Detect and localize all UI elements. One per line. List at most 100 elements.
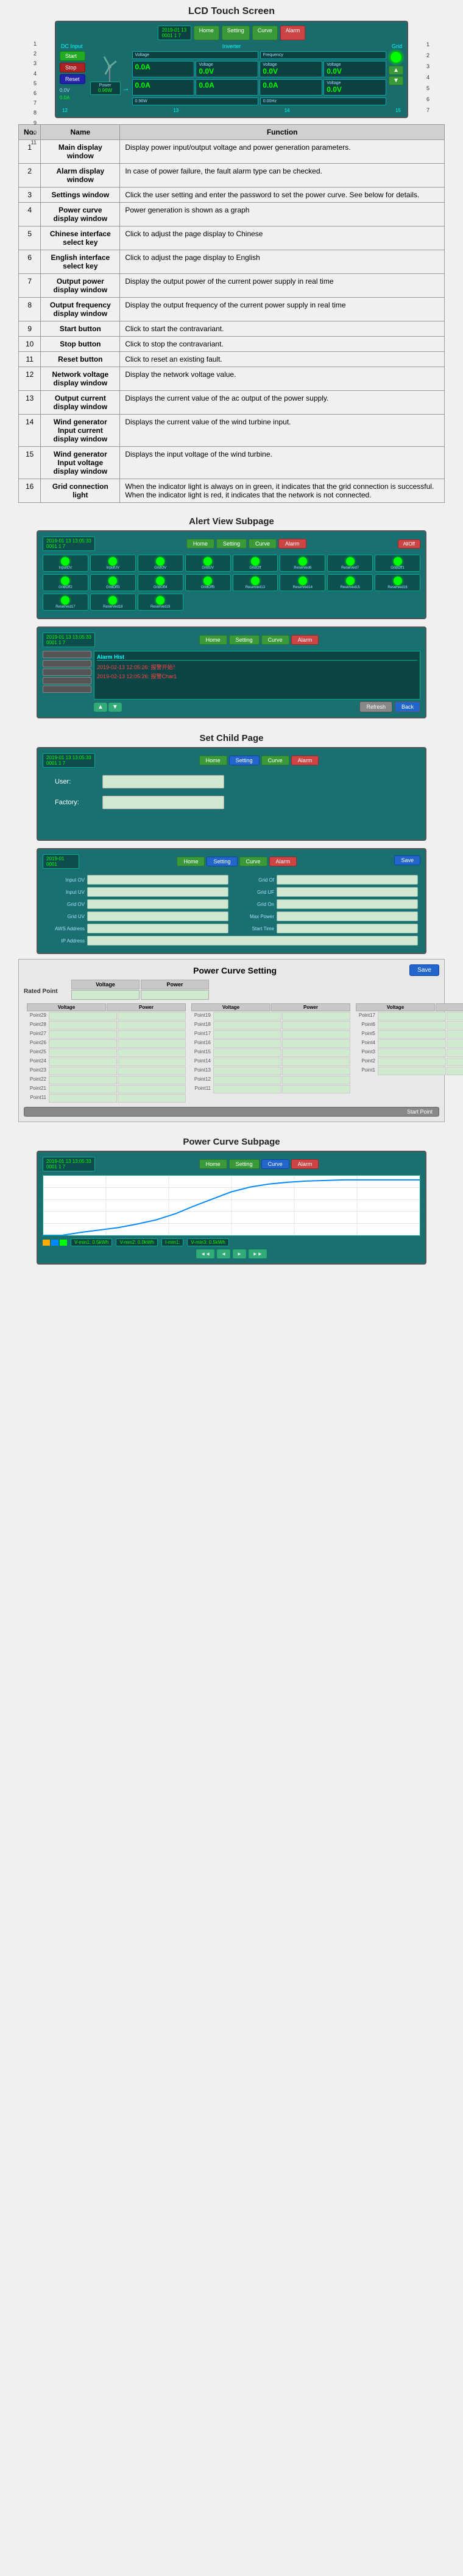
pcs-voltage-input[interactable]	[378, 1067, 446, 1075]
grid-uv-input[interactable]	[87, 911, 228, 921]
pcs-voltage-input[interactable]	[213, 1048, 281, 1057]
alert-item[interactable]: InputOV	[43, 555, 88, 572]
ad-btn-home[interactable]: Home	[199, 635, 227, 645]
alert-item[interactable]: Reserved17	[43, 594, 88, 611]
alert-item[interactable]: GridOV	[138, 555, 183, 572]
pcs-voltage-input[interactable]	[213, 1039, 281, 1048]
stop-button[interactable]: Stop	[60, 63, 85, 72]
curve-nav-f[interactable]: ►	[233, 1249, 246, 1258]
sd-btn-alarm[interactable]: Alarm	[269, 857, 297, 866]
pcs-voltage-input[interactable]	[213, 1067, 281, 1075]
sd-btn-curve[interactable]: Curve	[239, 857, 267, 866]
start-point-btn[interactable]: Start Point	[24, 1107, 439, 1117]
alert-item[interactable]: Reserved7	[327, 555, 373, 572]
pcs-power-input[interactable]	[282, 1085, 350, 1093]
ad-btn-setting[interactable]: Setting	[229, 635, 260, 645]
sc-btn-alarm[interactable]: Alarm	[291, 756, 319, 765]
alert-item[interactable]: Reserved19	[138, 594, 183, 611]
refresh-btn[interactable]: Refresh	[359, 701, 392, 712]
pcs-voltage-input[interactable]	[213, 1085, 281, 1093]
pcs-voltage-input[interactable]	[213, 1076, 281, 1084]
pcs-power-input[interactable]	[118, 1012, 186, 1020]
pcs-power-input[interactable]	[118, 1039, 186, 1048]
pcs-voltage-input[interactable]	[49, 1021, 117, 1030]
pcs-power-input[interactable]	[118, 1067, 186, 1075]
rated-voltage-input[interactable]	[71, 990, 140, 1000]
pcs-power-input[interactable]	[447, 1012, 463, 1020]
sc-btn-setting[interactable]: Setting	[229, 756, 260, 765]
pcs-power-input[interactable]	[447, 1039, 463, 1048]
pcs-voltage-input[interactable]	[49, 1085, 117, 1093]
pcs-voltage-input[interactable]	[378, 1021, 446, 1030]
pcs-power-input[interactable]	[282, 1039, 350, 1048]
pcs-power-input[interactable]	[118, 1094, 186, 1103]
pcs-voltage-input[interactable]	[49, 1048, 117, 1057]
curve-btn-setting[interactable]: Setting	[229, 1159, 260, 1169]
factory-input[interactable]	[102, 796, 224, 809]
pcs-voltage-input[interactable]	[378, 1039, 446, 1048]
alert-item[interactable]: Reserved14	[280, 574, 325, 591]
pcs-voltage-input[interactable]	[213, 1030, 281, 1039]
pcs-save-btn[interactable]: Save	[409, 964, 439, 976]
pcs-power-input[interactable]	[447, 1021, 463, 1030]
up-arrow-btn[interactable]: ▲	[94, 703, 107, 712]
pcs-power-input[interactable]	[118, 1058, 186, 1066]
curve-btn-curve[interactable]: Curve	[261, 1159, 289, 1169]
lcd-btn-home[interactable]: Home	[194, 26, 219, 40]
grid-ov-input[interactable]	[87, 899, 228, 909]
reset-button[interactable]: Reset	[60, 74, 85, 84]
grid-uf-input[interactable]	[277, 887, 418, 897]
alert-btn-alarm[interactable]: Alarm	[278, 539, 306, 549]
pcs-power-input[interactable]	[282, 1076, 350, 1084]
input-ov-input[interactable]	[87, 875, 228, 885]
curve-nav-ff[interactable]: ►►	[249, 1249, 267, 1258]
pcs-voltage-input[interactable]	[378, 1012, 446, 1020]
curve-btn-alarm[interactable]: Alarm	[291, 1159, 319, 1169]
alert-item[interactable]: Reserved13	[233, 574, 278, 591]
sc-btn-home[interactable]: Home	[199, 756, 227, 765]
alert-item[interactable]: InputUV	[90, 555, 136, 572]
pcs-voltage-input[interactable]	[49, 1067, 117, 1075]
sc-btn-curve[interactable]: Curve	[261, 756, 289, 765]
pcs-voltage-input[interactable]	[378, 1058, 446, 1066]
pcs-power-input[interactable]	[447, 1030, 463, 1039]
back-btn[interactable]: Back	[395, 701, 420, 712]
alert-item[interactable]: GridOff1	[375, 555, 420, 572]
pcs-power-input[interactable]	[447, 1058, 463, 1066]
grid-on-input[interactable]	[277, 899, 418, 909]
curve-nav-rr[interactable]: ◄◄	[196, 1249, 214, 1258]
pcs-power-input[interactable]	[282, 1048, 350, 1057]
pcs-voltage-input[interactable]	[49, 1058, 117, 1066]
pcs-power-input[interactable]	[447, 1048, 463, 1057]
input-uv-input[interactable]	[87, 887, 228, 897]
pcs-voltage-input[interactable]	[49, 1039, 117, 1048]
pcs-power-input[interactable]	[282, 1058, 350, 1066]
lcd-btn-curve[interactable]: Curve	[252, 26, 278, 40]
alert-btn-setting[interactable]: Setting	[216, 539, 247, 549]
pcs-power-input[interactable]	[282, 1067, 350, 1075]
ad-btn-curve[interactable]: Curve	[261, 635, 289, 645]
pcs-voltage-input[interactable]	[213, 1012, 281, 1020]
pcs-power-input[interactable]	[118, 1085, 186, 1093]
curve-btn-home[interactable]: Home	[199, 1159, 227, 1169]
pcs-voltage-input[interactable]	[49, 1012, 117, 1020]
alert-item[interactable]: GridUV	[185, 555, 231, 572]
rated-power-input[interactable]	[141, 990, 209, 1000]
alert-btn-curve[interactable]: Curve	[249, 539, 277, 549]
lcd-btn-setting[interactable]: Setting	[222, 26, 250, 40]
alert-item[interactable]: GridOff2	[43, 574, 88, 591]
nav-down-btn[interactable]: ▼	[389, 76, 403, 85]
pcs-voltage-input[interactable]	[213, 1021, 281, 1030]
alert-btn-home[interactable]: Home	[186, 539, 214, 549]
start-time-input[interactable]	[277, 924, 418, 933]
pcs-voltage-input[interactable]	[378, 1048, 446, 1057]
pcs-voltage-input[interactable]	[378, 1030, 446, 1039]
sd-btn-setting[interactable]: Setting	[207, 857, 237, 866]
alert-item[interactable]: Reserved6	[280, 555, 325, 572]
ad-btn-alarm[interactable]: Alarm	[291, 635, 319, 645]
user-input[interactable]	[102, 775, 224, 788]
pcs-power-input[interactable]	[282, 1012, 350, 1020]
ip-address-input[interactable]	[87, 936, 418, 946]
alert-item[interactable]: GridOff5	[185, 574, 231, 591]
alloff-btn[interactable]: AllOff	[398, 539, 420, 549]
